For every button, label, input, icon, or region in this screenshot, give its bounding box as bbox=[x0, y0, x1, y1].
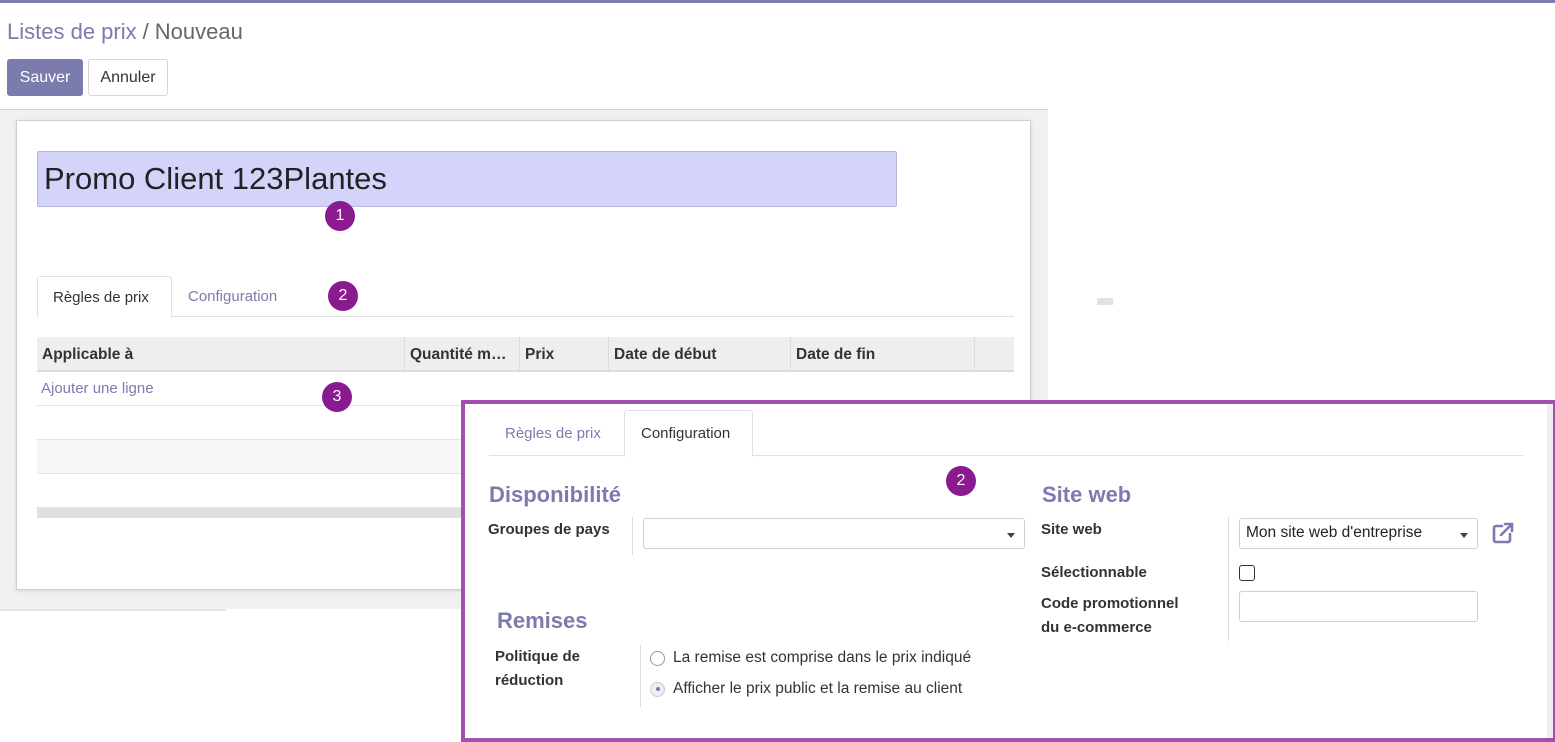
field-separator bbox=[640, 645, 641, 707]
website-section-title: Site web bbox=[1042, 482, 1132, 507]
discount-option-included[interactable]: La remise est comprise dans le prix indi… bbox=[650, 649, 971, 667]
promo-code-label-line2: du e-commerce bbox=[1041, 619, 1152, 636]
callout-badge-3: 3 bbox=[322, 382, 352, 412]
top-accent-bar bbox=[0, 0, 1555, 3]
field-separator bbox=[632, 517, 633, 555]
column-header-end-date[interactable]: Date de fin bbox=[791, 337, 975, 372]
radio-included[interactable] bbox=[650, 650, 665, 666]
background-fleck bbox=[1097, 298, 1113, 305]
column-header-price[interactable]: Prix bbox=[520, 337, 609, 372]
panel-tab-configuration[interactable]: Configuration bbox=[624, 410, 753, 457]
panel-tab-configuration-label: Configuration bbox=[641, 425, 731, 442]
website-label: Site web bbox=[1041, 521, 1102, 538]
panel-tab-price-rules-label: Règles de prix bbox=[505, 424, 601, 442]
breadcrumb-parent-link[interactable]: Listes de prix bbox=[7, 19, 137, 44]
discount-option-show-public-label: Afficher le prix public et la remise au … bbox=[673, 680, 963, 697]
chevron-down-icon bbox=[1460, 533, 1468, 538]
selectable-checkbox[interactable] bbox=[1239, 565, 1255, 581]
callout-badge-2: 2 bbox=[328, 281, 358, 311]
panel-tab-price-rules[interactable]: Règles de prix bbox=[489, 410, 617, 456]
cancel-button[interactable]: Annuler bbox=[88, 59, 168, 96]
discount-option-show-public[interactable]: Afficher le prix public et la remise au … bbox=[650, 680, 962, 698]
discount-policy-label-line1: Politique de bbox=[495, 648, 581, 665]
column-header-start-date[interactable]: Date de début bbox=[609, 337, 791, 372]
tab-price-rules[interactable]: Règles de prix bbox=[37, 276, 172, 318]
tab-price-rules-label: Règles de prix bbox=[53, 288, 149, 306]
availability-section-title: Disponibilité bbox=[489, 482, 621, 507]
save-button[interactable]: Sauver bbox=[7, 59, 83, 96]
configuration-zoom-panel: Règles de prix Configuration 2 Disponibi… bbox=[461, 400, 1555, 742]
field-separator bbox=[1228, 517, 1229, 641]
tab-configuration-label: Configuration bbox=[188, 288, 278, 305]
table-header: Applicable à Quantité m… Prix Date de dé… bbox=[37, 337, 1014, 372]
pricelist-name-input[interactable]: Promo Client 123Plantes bbox=[37, 151, 897, 207]
panel-notebook-tabs: Règles de prix Configuration bbox=[489, 410, 1523, 457]
breadcrumb: Listes de prix / Nouveau bbox=[7, 19, 243, 45]
external-link-icon[interactable] bbox=[1491, 521, 1515, 545]
add-line-link[interactable]: Ajouter une ligne bbox=[41, 380, 154, 397]
discount-policy-label: Politique de réduction bbox=[495, 645, 580, 693]
radio-show-public[interactable] bbox=[650, 681, 665, 697]
promo-code-label: Code promotionnel du e-commerce bbox=[1041, 592, 1179, 640]
breadcrumb-current: Nouveau bbox=[154, 19, 243, 44]
website-select[interactable]: Mon site web d'entreprise bbox=[1239, 518, 1478, 549]
tab-configuration[interactable]: Configuration bbox=[173, 276, 292, 317]
promo-code-input[interactable] bbox=[1239, 591, 1478, 622]
notebook-tabs: Règles de prix Configuration bbox=[37, 276, 1014, 318]
country-groups-select[interactable] bbox=[643, 518, 1025, 549]
column-header-min-quantity[interactable]: Quantité m… bbox=[405, 337, 520, 372]
chevron-down-icon bbox=[1007, 533, 1015, 538]
country-groups-label: Groupes de pays bbox=[488, 521, 610, 538]
panel-scroll-edge bbox=[1547, 404, 1553, 738]
website-value: Mon site web d'entreprise bbox=[1246, 524, 1423, 541]
discounts-section-title: Remises bbox=[497, 608, 588, 633]
promo-code-label-line1: Code promotionnel bbox=[1041, 595, 1179, 612]
callout-badge-2-panel: 2 bbox=[946, 466, 976, 496]
discount-policy-label-line2: réduction bbox=[495, 672, 564, 689]
background-line bbox=[0, 609, 226, 611]
selectable-label: Sélectionnable bbox=[1041, 564, 1147, 581]
callout-badge-1: 1 bbox=[325, 201, 355, 231]
discount-option-included-label: La remise est comprise dans le prix indi… bbox=[673, 649, 972, 666]
column-header-applicable[interactable]: Applicable à bbox=[37, 337, 405, 372]
breadcrumb-separator: / bbox=[142, 19, 149, 44]
